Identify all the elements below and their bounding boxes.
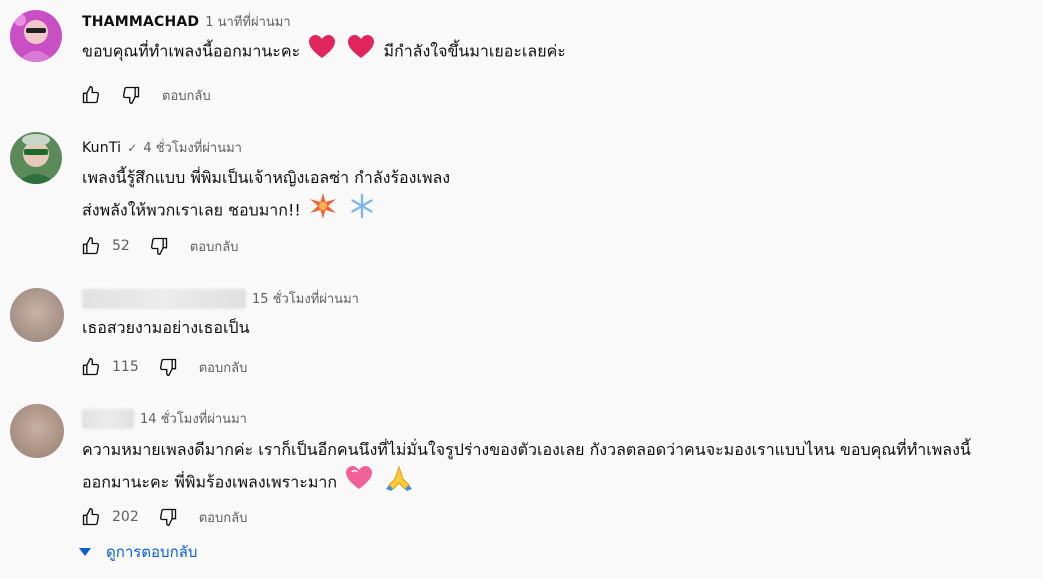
author-name[interactable]: THAMMACHAD bbox=[82, 14, 199, 30]
author-name[interactable]: KunTi bbox=[82, 140, 121, 156]
comment-text: ความหมายเพลงดีมากค่ะ เราก็เป็นอีกคนนึงที… bbox=[82, 435, 971, 501]
thumbs-down-icon[interactable] bbox=[157, 356, 179, 378]
thumbs-up-icon[interactable] bbox=[80, 506, 102, 528]
comment-timestamp[interactable]: 1 นาทีที่ผ่านมา bbox=[205, 11, 290, 32]
author-name[interactable] bbox=[82, 288, 246, 309]
like-count: 115 bbox=[112, 359, 139, 375]
view-replies-label: ดูการตอบกลับ bbox=[106, 543, 198, 561]
caret-down-icon bbox=[79, 548, 91, 556]
avatar[interactable] bbox=[10, 10, 62, 62]
reply-button[interactable]: ตอบกลับ bbox=[199, 357, 248, 378]
like-count: 52 bbox=[112, 238, 130, 254]
like-count: 202 bbox=[112, 509, 139, 525]
comment-actions: 115 ตอบกลับ bbox=[80, 356, 247, 378]
folded-hands-emoji-icon bbox=[385, 465, 413, 501]
heart-emoji-icon bbox=[309, 35, 336, 69]
thumbs-up-icon[interactable] bbox=[80, 235, 102, 257]
comment-actions: ตอบกลับ bbox=[80, 84, 211, 106]
thumbs-down-icon[interactable] bbox=[148, 235, 170, 257]
comments-section: THAMMACHAD 1 นาทีที่ผ่านมา ขอบคุณที่ทำเพ… bbox=[0, 0, 1042, 579]
comment-text: ขอบคุณที่ทำเพลงนี้ออกมานะคะ มีกำลังใจขึ้… bbox=[82, 35, 566, 69]
comment-timestamp[interactable]: 15 ชั่วโมงที่ผ่านมา bbox=[252, 288, 359, 309]
avatar[interactable] bbox=[10, 288, 64, 342]
comment-actions: 202 ตอบกลับ bbox=[80, 506, 247, 528]
comment-actions: 52 ตอบกลับ bbox=[80, 235, 238, 257]
pink-heart-emoji-icon bbox=[346, 466, 373, 500]
snowflake-emoji-icon bbox=[349, 193, 375, 229]
thumbs-up-icon[interactable] bbox=[80, 356, 102, 378]
thumbs-down-icon[interactable] bbox=[157, 506, 179, 528]
comment-header: 14 ชั่วโมงที่ผ่านมา bbox=[82, 408, 247, 429]
comment-timestamp[interactable]: 4 ชั่วโมงที่ผ่านมา bbox=[143, 137, 242, 158]
comment-timestamp[interactable]: 14 ชั่วโมงที่ผ่านมา bbox=[140, 408, 247, 429]
check-icon: ✓ bbox=[127, 140, 138, 155]
heart-emoji-icon bbox=[348, 35, 375, 69]
reply-button[interactable]: ตอบกลับ bbox=[190, 236, 239, 257]
comment-header: THAMMACHAD 1 นาทีที่ผ่านมา bbox=[82, 11, 291, 32]
thumbs-up-icon[interactable] bbox=[80, 84, 102, 106]
reply-button[interactable]: ตอบกลับ bbox=[199, 507, 248, 528]
comment-text: เพลงนี้รู้สึกแบบ พี่พิมเป็นเจ้าหญิงเอลซ่… bbox=[82, 163, 450, 229]
comment-header: KunTi ✓ 4 ชั่วโมงที่ผ่านมา bbox=[82, 137, 242, 158]
author-name[interactable] bbox=[82, 408, 134, 429]
avatar[interactable] bbox=[10, 404, 64, 458]
comment-text: เธอสวยงามอย่างเธอเป็น bbox=[82, 318, 250, 337]
comment-header: 15 ชั่วโมงที่ผ่านมา bbox=[82, 288, 359, 309]
avatar[interactable] bbox=[10, 132, 62, 184]
sparkle-emoji-icon bbox=[309, 193, 336, 229]
view-replies-button[interactable]: ดูการตอบกลับ bbox=[78, 540, 197, 564]
thumbs-down-icon[interactable] bbox=[120, 84, 142, 106]
reply-button[interactable]: ตอบกลับ bbox=[162, 85, 211, 106]
